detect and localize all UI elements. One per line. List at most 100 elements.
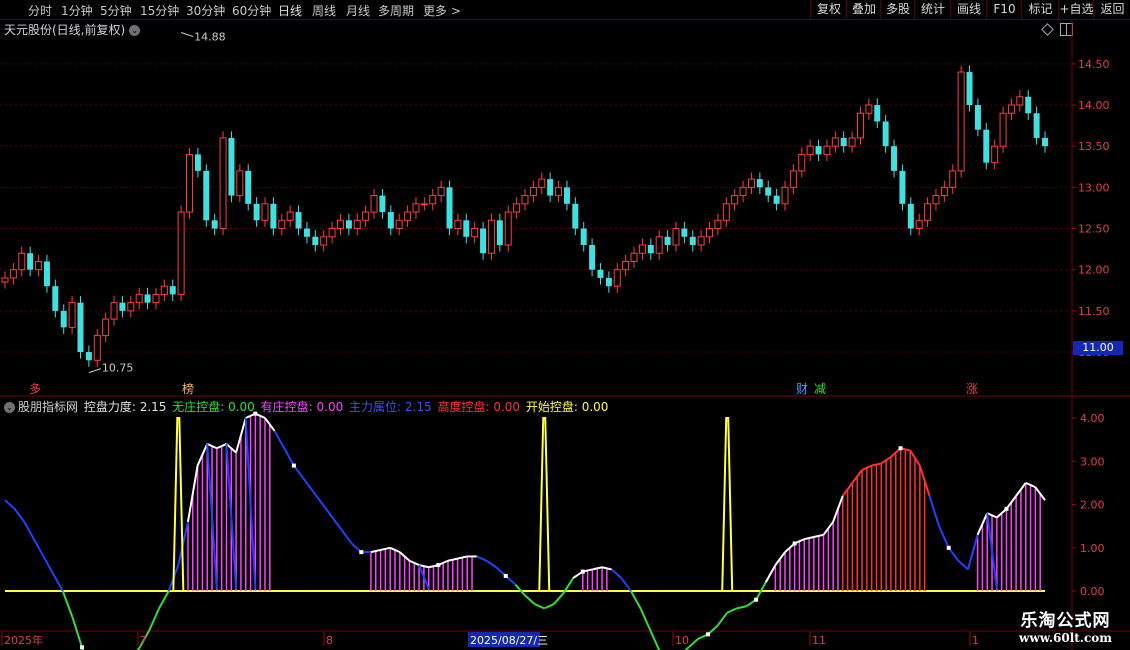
indicator-curve-seg (543, 603, 555, 610)
candle-body (865, 104, 873, 114)
date-label-1: 7 (140, 634, 147, 647)
indicator-dot (792, 541, 797, 546)
indicator-curve-seg (476, 555, 487, 562)
candle-body (664, 236, 671, 245)
indicator-curve-seg (620, 577, 632, 592)
indicator-dot (580, 569, 585, 574)
candle-body (655, 236, 663, 254)
candle-body (35, 260, 43, 271)
candle-body (27, 253, 34, 270)
candle-body (203, 170, 210, 221)
indicator-dot (705, 632, 710, 637)
indicator-name: 股朋指标网 (18, 400, 79, 414)
candle-body (622, 260, 630, 271)
indicator-field-2: 有庄控盘: 0.00 (256, 400, 344, 414)
candle-body (555, 186, 563, 197)
candle-body (706, 228, 714, 238)
price-tick-label: 11.50 (1078, 305, 1110, 318)
indicator-curve-seg (534, 603, 545, 610)
candle-body (270, 203, 277, 229)
candle-body (856, 112, 864, 139)
indicator-curve-seg (649, 629, 661, 650)
candle-body (513, 203, 521, 213)
indicator-curve-seg (370, 548, 381, 554)
candle-body (353, 219, 361, 230)
event-marker-zhang: 涨 (966, 381, 978, 396)
chart-svg: 14.5014.0013.5013.0012.5012.0011.5011.00… (0, 20, 1130, 650)
candle-body (638, 244, 646, 254)
candle-body (572, 203, 579, 229)
price-tick-label: 12.50 (1078, 223, 1110, 236)
candle-body (152, 293, 160, 304)
candle-body (379, 195, 386, 213)
candle-body (681, 228, 688, 237)
candle-body (580, 228, 587, 245)
indicator-curve-seg (928, 495, 941, 527)
candle-body (521, 195, 529, 205)
indicator-dot (1004, 506, 1009, 511)
candle-body (840, 137, 847, 147)
candle-body (295, 212, 302, 229)
event-marker-cai: 财 (796, 382, 808, 396)
candle-body (480, 228, 487, 254)
indicator-curve-seg (957, 560, 969, 571)
indicator-curve-seg (302, 477, 314, 493)
chevron-down-icon[interactable]: ⌄ (4, 402, 15, 413)
indicator-curve-seg (804, 535, 815, 541)
candle-body (823, 145, 831, 155)
candle-body (437, 186, 445, 197)
indicator-curve-seg (592, 566, 603, 571)
candle-body (18, 252, 26, 271)
candle-body (773, 195, 780, 204)
candle-body (127, 302, 135, 312)
price-tick-label: 13.50 (1078, 140, 1110, 153)
candle-body (278, 219, 286, 230)
candle-body (831, 137, 839, 147)
candle-body (160, 285, 168, 295)
candle-body (815, 146, 822, 155)
indicator-curve-seg (380, 546, 391, 551)
indicator-curve-seg (457, 555, 468, 560)
candle-body (957, 71, 965, 172)
candle-body (940, 186, 948, 197)
date-label-3: 2025/08/27/三 (470, 634, 548, 647)
price-tick-label: 14.50 (1078, 58, 1110, 71)
candle-body (253, 203, 260, 221)
candle-body (966, 72, 973, 105)
candle-body (589, 245, 596, 270)
candle-body (135, 293, 143, 304)
price-tick-label: 13.00 (1078, 181, 1110, 194)
indicator-dot (80, 645, 85, 650)
candle-body (538, 178, 546, 188)
indicator-dot (754, 597, 759, 602)
date-label-6: 1 (972, 634, 979, 647)
ind-tick-label: 1.00 (1080, 542, 1105, 555)
candle-body (722, 203, 730, 221)
indicator-curve-seg (630, 590, 642, 609)
candle-body (420, 203, 428, 206)
candle-body (496, 220, 503, 245)
candle-body (211, 220, 218, 229)
candle-body (991, 145, 999, 164)
candle-body (613, 269, 621, 287)
indicator-curve-seg (726, 607, 738, 614)
candle-body (429, 195, 437, 205)
candle-body (446, 187, 453, 229)
candle-body (848, 137, 856, 147)
candle-body (806, 145, 814, 155)
indicator-dot (359, 550, 364, 555)
candle-body (93, 335, 101, 361)
candle-body (169, 286, 176, 295)
candle-body (387, 212, 394, 229)
indicator-curve-seg (553, 592, 565, 605)
start-control-spike (538, 416, 551, 592)
candle-body (77, 302, 84, 353)
indicator-curve-seg (716, 612, 729, 627)
indicator-title: ⌄ 股朋指标网 控盘力度: 2.15 无庄控盘: 0.00 有庄控盘: 0.00 … (4, 398, 612, 415)
indicator-curve-seg (524, 594, 536, 605)
indicator-curve-seg (33, 538, 45, 557)
candle-body (597, 269, 604, 278)
candle-body (194, 154, 201, 171)
indicator-curve-seg (331, 516, 343, 532)
ind-tick-label: 3.00 (1080, 455, 1105, 468)
